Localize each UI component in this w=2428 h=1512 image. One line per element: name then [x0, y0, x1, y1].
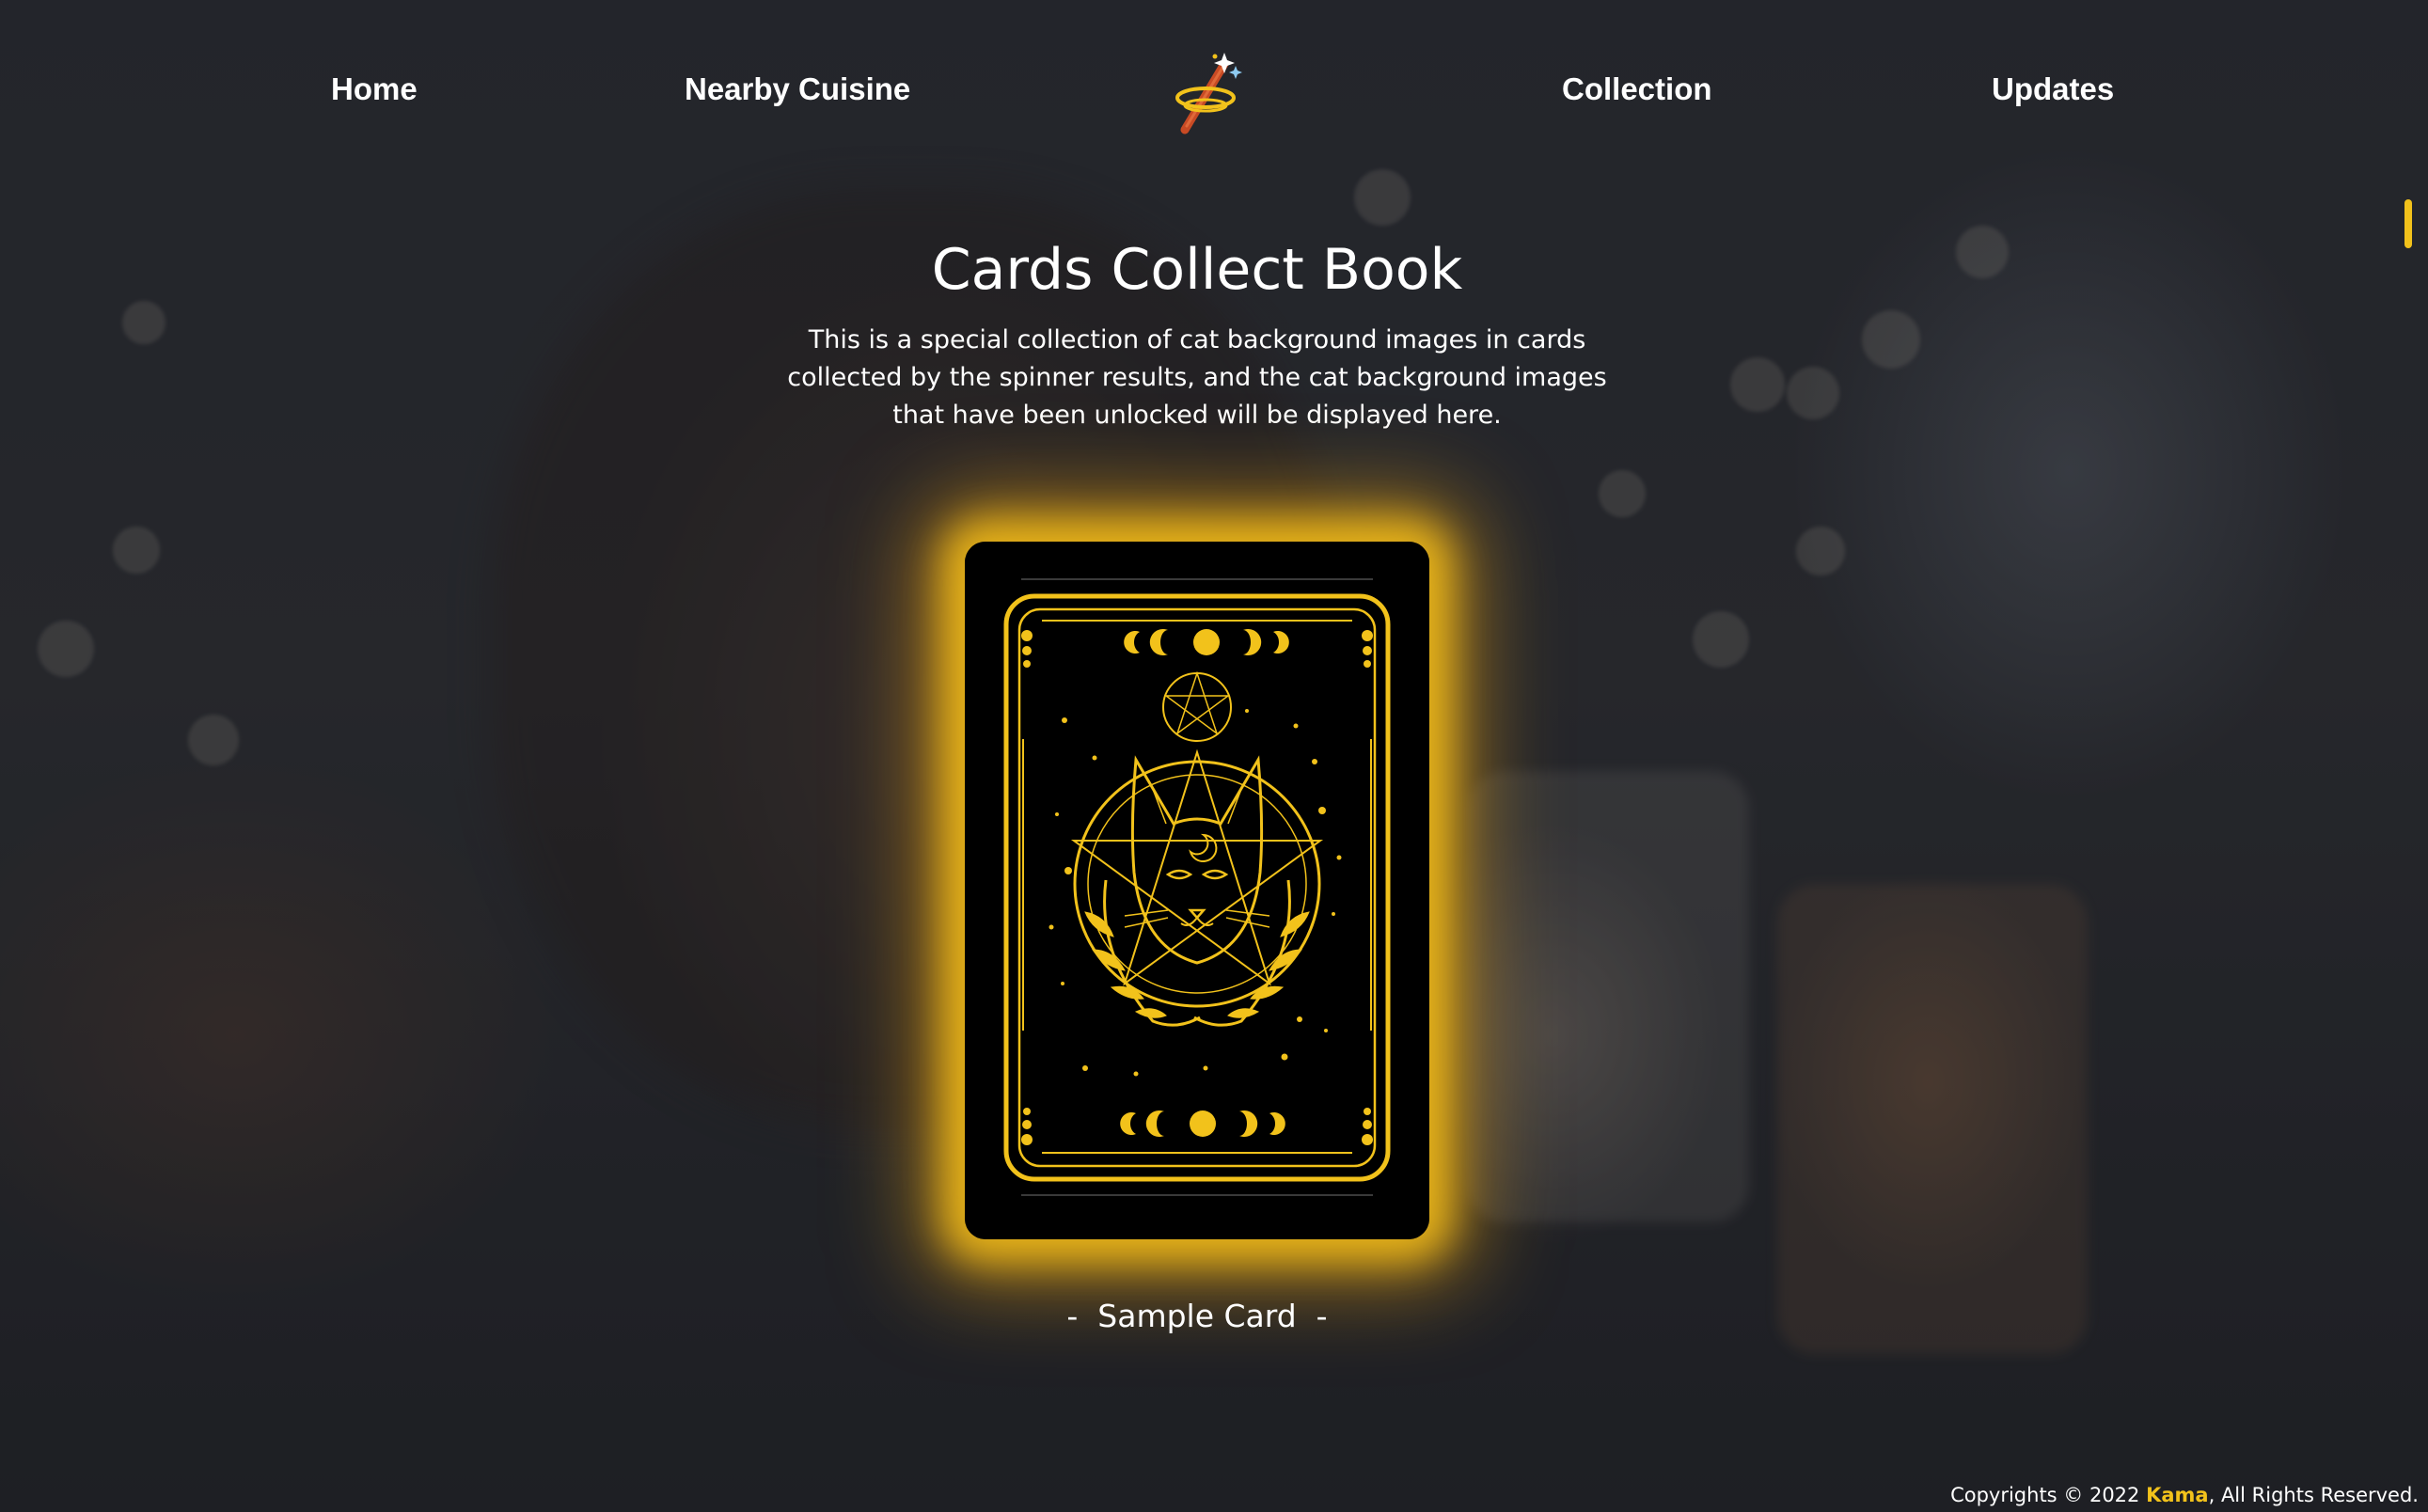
sample-card[interactable] [965, 542, 1429, 1239]
logo-svg [1175, 53, 1242, 134]
page-description: This is a special collection of cat back… [787, 325, 1607, 430]
magic-wand-icon[interactable] [1166, 47, 1260, 141]
footer-brand-link[interactable]: Kama [2146, 1484, 2209, 1506]
nav-nearby-cuisine-link[interactable]: Nearby Cuisine [685, 71, 910, 107]
footer-suffix: , All Rights Reserved. [2208, 1484, 2419, 1506]
tarot-cat-card-icon [1003, 578, 1391, 1196]
footer-prefix: Copyrights © 2022 [1950, 1484, 2147, 1506]
scroll-indicator[interactable] [2404, 199, 2412, 248]
nav-collection-link[interactable]: Collection [1562, 71, 1712, 107]
card-caption: - Sample Card - [1066, 1298, 1328, 1334]
page-title: Cards Collect Book [931, 237, 1463, 303]
nav-updates-link[interactable]: Updates [1992, 71, 2114, 107]
nav-home-link[interactable]: Home [331, 71, 418, 107]
footer-copyright: Copyrights © 2022 Kama, All Rights Reser… [1950, 1484, 2419, 1506]
